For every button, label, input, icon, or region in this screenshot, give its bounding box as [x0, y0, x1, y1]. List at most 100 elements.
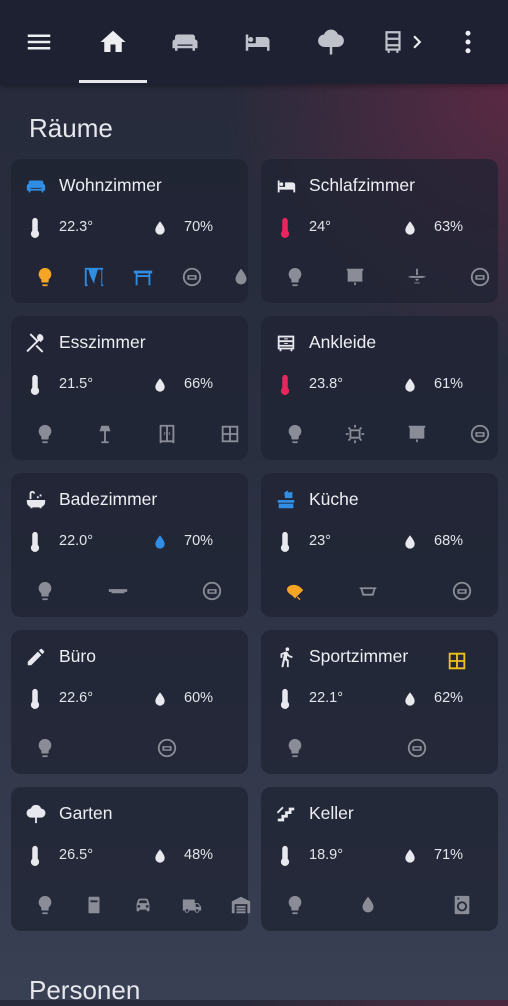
- temperature-value: 21.5°: [59, 376, 94, 392]
- washing-machine-icon[interactable]: [451, 894, 473, 916]
- bulb-icon[interactable]: [284, 423, 306, 445]
- temperature-value: 23.8°: [309, 376, 344, 392]
- thermometer-icon: [28, 374, 42, 396]
- robot-vacuum-icon[interactable]: [469, 266, 491, 288]
- room-card[interactable]: Keller 18.9° 71%: [261, 787, 498, 931]
- humidity-value: 68%: [434, 533, 464, 549]
- led-strip-icon[interactable]: [344, 423, 366, 445]
- thermometer-icon: [28, 845, 42, 867]
- humidity-icon: [152, 532, 168, 552]
- car-icon[interactable]: [132, 894, 154, 916]
- thermometer-icon: [278, 217, 292, 239]
- thermometer-icon: [278, 845, 292, 867]
- room-card[interactable]: Badezimmer 22.0° 70%: [11, 473, 248, 617]
- water-drop-icon[interactable]: [230, 266, 252, 288]
- running-icon: [275, 646, 297, 668]
- room-name: Garten: [59, 803, 113, 823]
- tree-icon[interactable]: [311, 22, 351, 62]
- humidity-value: 63%: [434, 219, 464, 235]
- room-name: Esszimmer: [59, 332, 146, 352]
- room-card[interactable]: Wohnzimmer 22.3° 70%: [11, 159, 248, 303]
- humidity-icon: [152, 689, 168, 709]
- robot-vacuum-icon[interactable]: [451, 580, 473, 602]
- humidity-icon: [152, 846, 168, 866]
- curtains-icon[interactable]: [83, 266, 105, 288]
- bulb-icon[interactable]: [284, 266, 306, 288]
- sink-light-icon[interactable]: [357, 580, 379, 602]
- bulb-icon[interactable]: [34, 266, 56, 288]
- table-icon[interactable]: [132, 266, 154, 288]
- window-icon[interactable]: [446, 650, 468, 672]
- room-name: Wohnzimmer: [59, 175, 162, 195]
- humidity-icon: [402, 689, 418, 709]
- blinds-icon[interactable]: [344, 266, 366, 288]
- humidity-value: 70%: [184, 533, 214, 549]
- wardrobe-icon[interactable]: [380, 22, 406, 62]
- garage-icon[interactable]: [230, 894, 252, 916]
- thermometer-icon: [28, 217, 42, 239]
- humidity-icon: [152, 218, 168, 238]
- floor-lamp-icon[interactable]: [94, 423, 116, 445]
- temperature-value: 24°: [309, 219, 331, 235]
- bin-icon[interactable]: [83, 894, 105, 916]
- sofa-icon: [25, 175, 47, 197]
- window-icon[interactable]: [219, 423, 241, 445]
- top-app-bar: [0, 0, 508, 84]
- spotlight-icon[interactable]: [284, 580, 306, 602]
- temperature-value: 22.1°: [309, 690, 344, 706]
- sofa-icon[interactable]: [165, 22, 205, 62]
- robot-vacuum-icon[interactable]: [156, 737, 178, 759]
- room-card[interactable]: Garten 26.5° 48%: [11, 787, 251, 931]
- thermometer-icon: [278, 531, 292, 553]
- ceiling-fan-icon[interactable]: [406, 266, 428, 288]
- humidity-value: 71%: [434, 847, 464, 863]
- room-card[interactable]: Sportzimmer 22.1° 62%: [261, 630, 498, 774]
- humidity-icon: [402, 846, 418, 866]
- room-name: Küche: [309, 489, 359, 509]
- robot-vacuum-icon[interactable]: [201, 580, 223, 602]
- robot-vacuum-icon[interactable]: [406, 737, 428, 759]
- active-tab-indicator: [79, 80, 147, 83]
- robot-vacuum-icon[interactable]: [469, 423, 491, 445]
- kitchen-icon: [275, 489, 297, 511]
- van-icon[interactable]: [181, 894, 203, 916]
- bulb-icon[interactable]: [34, 894, 56, 916]
- thermometer-icon: [278, 374, 292, 396]
- blinds-icon[interactable]: [406, 423, 428, 445]
- bulb-icon[interactable]: [284, 894, 306, 916]
- cabinet-icon[interactable]: [156, 423, 178, 445]
- bathtub-icon: [25, 489, 47, 511]
- light-bar-icon[interactable]: [107, 580, 129, 602]
- wardrobe-icon: [275, 332, 297, 354]
- thermometer-icon: [28, 688, 42, 710]
- tree-icon: [25, 803, 47, 825]
- menu-icon[interactable]: [19, 22, 59, 62]
- humidity-value: 66%: [184, 376, 214, 392]
- pencil-icon: [25, 646, 47, 668]
- more-vert-icon[interactable]: [448, 22, 488, 62]
- humidity-icon: [402, 218, 418, 238]
- temperature-value: 23°: [309, 533, 331, 549]
- humidity-icon: [402, 375, 418, 395]
- temperature-value: 18.9°: [309, 847, 344, 863]
- chevron-right-icon[interactable]: [404, 22, 430, 62]
- room-card[interactable]: Esszimmer 21.5° 66%: [11, 316, 248, 460]
- robot-vacuum-icon[interactable]: [181, 266, 203, 288]
- bulb-icon[interactable]: [284, 737, 306, 759]
- bulb-icon[interactable]: [34, 737, 56, 759]
- room-name: Büro: [59, 646, 96, 666]
- room-card[interactable]: Ankleide 23.8° 61%: [261, 316, 498, 460]
- bed-icon[interactable]: [237, 22, 277, 62]
- temperature-value: 26.5°: [59, 847, 94, 863]
- humidity-value: 70%: [184, 219, 214, 235]
- home-icon[interactable]: [93, 22, 133, 62]
- room-card[interactable]: Küche 23° 68%: [261, 473, 498, 617]
- room-name: Schlafzimmer: [309, 175, 415, 195]
- room-name: Keller: [309, 803, 354, 823]
- bulb-icon[interactable]: [34, 423, 56, 445]
- water-drop-icon[interactable]: [357, 894, 379, 916]
- bulb-icon[interactable]: [34, 580, 56, 602]
- bed-icon: [275, 175, 297, 197]
- room-card[interactable]: Büro 22.6° 60%: [11, 630, 248, 774]
- room-card[interactable]: Schlafzimmer 24° 63%: [261, 159, 498, 303]
